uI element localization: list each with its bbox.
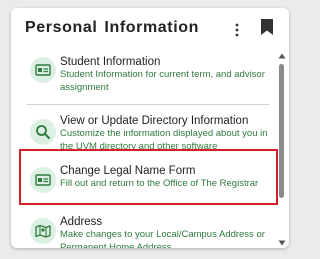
scroll-up-arrow-icon[interactable] [278,53,286,59]
personal-information-card: Personal Information Student Information… [11,8,289,248]
more-options-icon[interactable] [233,23,241,37]
item-description: Make changes to your Local/Campus Addres… [60,229,265,248]
item-label[interactable]: Student Information [60,55,270,69]
list-item-address[interactable]: Address Make changes to your Local/Campu… [25,214,271,248]
list-item-student-information[interactable]: Student Information Student Information … [25,53,271,93]
item-text: View or Update Directory Information Cus… [60,114,270,153]
scroll-down-arrow-icon[interactable] [278,240,286,246]
item-text: Address Make changes to your Local/Campu… [60,215,270,248]
item-icon-badge [30,218,56,244]
scrollbar-thumb[interactable] [279,64,284,198]
item-description: Student Information for current term, an… [60,69,265,93]
map-icon [35,224,51,238]
search-icon [36,125,50,139]
item-text: Student Information Student Information … [60,55,270,94]
divider [27,104,269,105]
item-label[interactable]: View or Update Directory Information [60,114,270,128]
id-card-icon [35,64,51,76]
item-label[interactable]: Address [60,215,270,229]
item-icon-badge [30,119,56,145]
bookmark-icon[interactable] [261,19,273,35]
scrollbar[interactable] [278,53,286,248]
item-icon-badge [30,57,56,83]
card-title: Personal Information [25,19,200,36]
highlight-box [19,149,278,205]
